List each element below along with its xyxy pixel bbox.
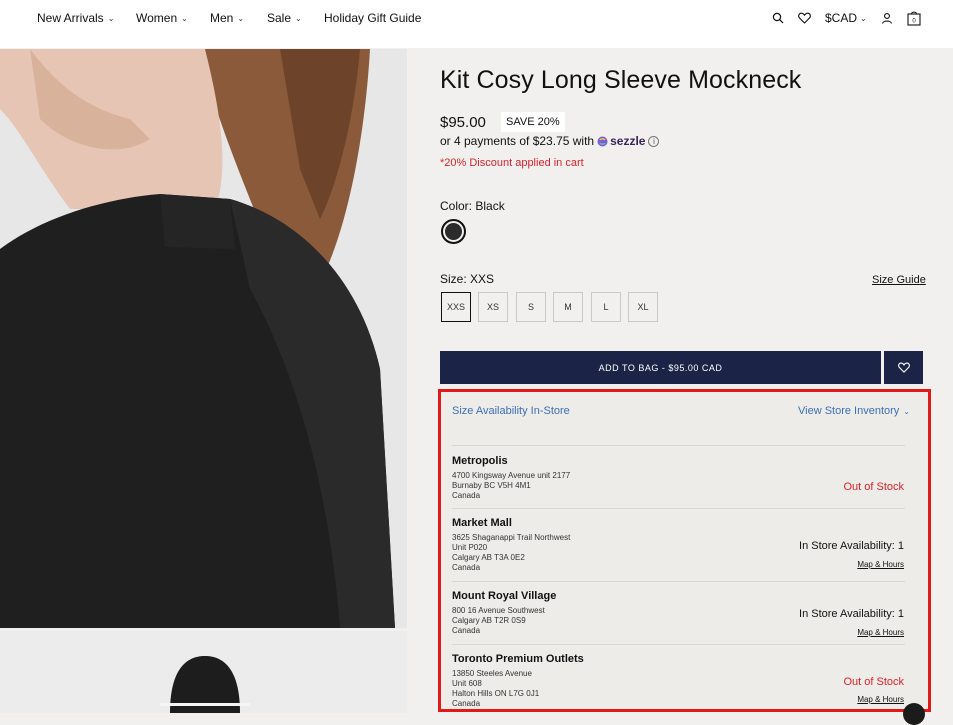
add-to-wishlist-button[interactable] — [884, 351, 923, 384]
size-guide-link[interactable]: Size Guide — [872, 274, 926, 286]
chevron-down-icon: ⌄ — [903, 406, 910, 416]
address-line: 800 16 Avenue Southwest — [452, 606, 545, 615]
chevron-down-icon: ⌄ — [107, 13, 115, 23]
product-image-secondary[interactable] — [0, 631, 407, 713]
store-name: Mount Royal Village — [452, 590, 557, 602]
size-option-xl[interactable]: XL — [628, 292, 658, 322]
divider — [452, 445, 905, 446]
product-price: $95.00 — [440, 114, 486, 131]
address-line: Burnaby BC V5H 4M1 — [452, 481, 531, 490]
store-address: 4700 Kingsway Avenue unit 2177 Burnaby B… — [452, 471, 570, 501]
divider — [452, 508, 905, 509]
availability-heading[interactable]: Size Availability In-Store — [452, 405, 570, 417]
size-option-l[interactable]: L — [591, 292, 621, 322]
nav-sale[interactable]: Sale ⌄ — [267, 11, 302, 25]
search-icon[interactable] — [770, 10, 786, 26]
store-availability-panel: Size Availability In-Store View Store In… — [438, 389, 931, 712]
cart-count: 0 — [912, 19, 916, 25]
store-name: Toronto Premium Outlets — [452, 653, 584, 665]
size-option-m[interactable]: M — [553, 292, 583, 322]
top-navigation: New Arrivals ⌄ Women ⌄ Men ⌄ Sale ⌄ Holi… — [0, 0, 953, 48]
size-option-s[interactable]: S — [516, 292, 546, 322]
store-address: 13850 Steeles Avenue Unit 608 Halton Hil… — [452, 669, 539, 709]
nav-men-label: Men — [210, 11, 234, 25]
store-name: Metropolis — [452, 455, 508, 467]
address-line: 3625 Shaganappi Trail Northwest — [452, 533, 571, 542]
color-swatch-black[interactable] — [441, 219, 466, 244]
address-line: Halton Hills ON L7G 0J1 — [452, 689, 540, 698]
cart-bag-icon[interactable]: 0 — [906, 10, 922, 26]
address-line: Canada — [452, 699, 481, 708]
address-line: 13850 Steeles Avenue — [452, 669, 532, 678]
chevron-down-icon: ⌄ — [237, 13, 245, 23]
chevron-down-icon: ⌄ — [181, 13, 188, 23]
chat-widget-button[interactable] — [903, 703, 925, 725]
size-label: Size: XXS — [440, 272, 495, 286]
nav-women-label: Women — [136, 11, 178, 25]
nav-women[interactable]: Women ⌄ — [136, 11, 188, 25]
address-line: Calgary AB T3A 0E2 — [452, 553, 525, 562]
heart-icon — [897, 362, 910, 373]
address-line: Canada — [452, 491, 481, 500]
address-line: Calgary AB T2R 0S9 — [452, 616, 526, 625]
address-line: Canada — [452, 563, 481, 572]
map-hours-link[interactable]: Map & Hours — [857, 560, 904, 569]
address-line: Unit P020 — [452, 543, 488, 552]
currency-label: $CAD — [825, 11, 858, 25]
address-line: 4700 Kingsway Avenue unit 2177 — [452, 471, 571, 480]
chevron-down-icon: ⌄ — [860, 13, 867, 23]
nav-new-arrivals-label: New Arrivals — [37, 11, 104, 25]
color-label: Color: Black — [440, 199, 505, 213]
nav-new-arrivals[interactable]: New Arrivals ⌄ — [37, 11, 114, 25]
store-stock-status: In Store Availability: 1 — [799, 608, 904, 620]
info-icon[interactable]: i — [648, 135, 660, 147]
divider — [452, 644, 905, 645]
store-name: Market Mall — [452, 517, 512, 529]
nav-men[interactable]: Men ⌄ — [210, 11, 244, 25]
nav-holiday-gift-guide-label: Holiday Gift Guide — [324, 11, 422, 25]
sezzle-icon — [597, 136, 608, 146]
product-image-main[interactable] — [0, 49, 407, 628]
address-line: Canada — [452, 626, 481, 635]
add-to-bag-button[interactable]: ADD TO BAG - $95.00 CAD — [440, 351, 881, 384]
sezzle-label: sezzle — [610, 134, 646, 148]
nav-sale-label: Sale — [267, 11, 292, 25]
nav-holiday-gift-guide[interactable]: Holiday Gift Guide — [324, 11, 421, 25]
divider — [452, 581, 905, 582]
account-icon[interactable] — [879, 10, 895, 26]
sezzle-logo[interactable]: sezzle — [597, 134, 645, 148]
installment-payments: or 4 payments of $23.75 with sezzle i — [440, 134, 660, 148]
store-stock-status: In Store Availability: 1 — [799, 540, 904, 552]
map-hours-link[interactable]: Map & Hours — [857, 628, 904, 637]
store-address: 800 16 Avenue Southwest Calgary AB T2R 0… — [452, 606, 545, 636]
store-stock-status: Out of Stock — [843, 676, 904, 688]
view-store-inventory-toggle[interactable]: View Store Inventory ⌄ — [798, 405, 910, 417]
store-stock-status: Out of Stock — [843, 481, 904, 493]
map-hours-link[interactable]: Map & Hours — [857, 695, 904, 704]
size-option-xxs[interactable]: XXS — [441, 292, 471, 322]
store-address: 3625 Shaganappi Trail Northwest Unit P02… — [452, 533, 570, 573]
chevron-down-icon: ⌄ — [295, 13, 302, 23]
wishlist-heart-icon[interactable] — [796, 10, 812, 26]
installment-text: or 4 payments of $23.75 with — [440, 134, 595, 148]
size-option-xs[interactable]: XS — [478, 292, 508, 322]
address-line: Unit 608 — [452, 679, 482, 688]
discount-note: *20% Discount applied in cart — [440, 157, 584, 169]
view-inventory-label: View Store Inventory — [798, 405, 900, 417]
save-badge: SAVE 20% — [501, 112, 565, 132]
swatch-fill — [445, 223, 462, 240]
currency-selector[interactable]: $CAD ⌄ — [825, 11, 867, 25]
product-title: Kit Cosy Long Sleeve Mockneck — [440, 66, 802, 94]
